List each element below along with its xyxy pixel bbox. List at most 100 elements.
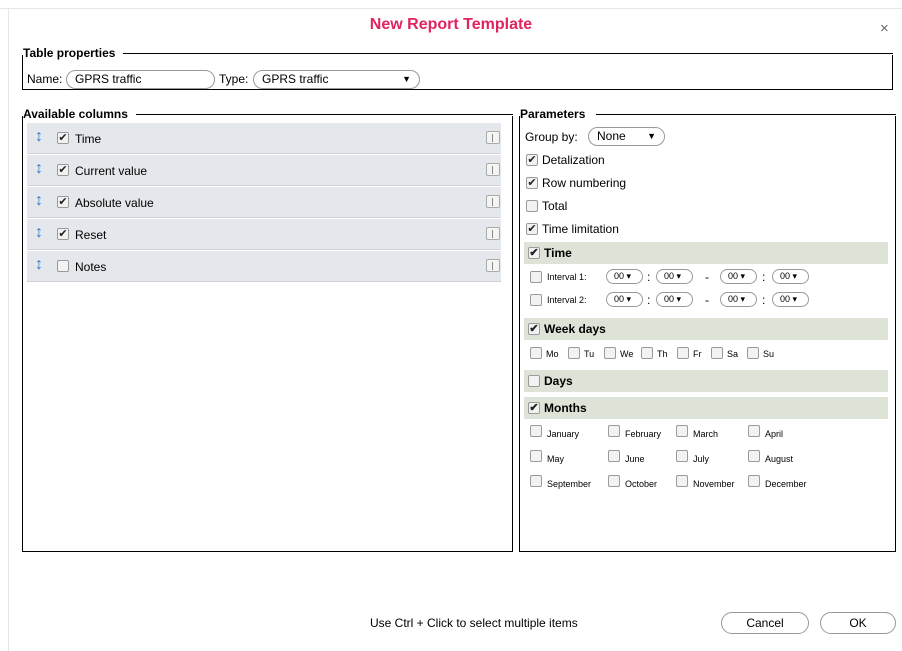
time-limitation-label: Time limitation: [542, 222, 619, 236]
type-select-value: GPRS traffic: [262, 72, 329, 86]
month-checkbox-september[interactable]: [530, 475, 542, 487]
table-properties-legend: Table properties: [23, 46, 119, 60]
time-value: 00: [614, 271, 625, 281]
interval1-start-minute[interactable]: 00 ▾: [656, 269, 693, 284]
month-checkbox-june[interactable]: [608, 450, 620, 462]
group-by-value: None: [597, 129, 626, 143]
total-label: Total: [542, 199, 568, 213]
time-value: 00: [664, 271, 675, 281]
interval2-end-minute[interactable]: 00 ▾: [772, 292, 809, 307]
week-days-section-checkbox[interactable]: ✔: [528, 323, 540, 335]
month-label: January: [547, 429, 580, 439]
column-checkbox-time[interactable]: ✔: [57, 132, 69, 144]
week-days-section-title: Week days: [544, 322, 606, 336]
drag-handle-icon[interactable]: ↕: [35, 224, 43, 242]
cancel-button[interactable]: Cancel: [721, 612, 809, 634]
total-checkbox[interactable]: [526, 200, 538, 212]
type-select[interactable]: GPRS traffic ▼: [253, 70, 420, 89]
drag-handle-icon[interactable]: ↕: [35, 192, 43, 210]
days-section-title: Days: [544, 374, 573, 388]
month-checkbox-december[interactable]: [748, 475, 760, 487]
months-section-title: Months: [544, 401, 587, 415]
interval2-end-hour[interactable]: 00 ▾: [720, 292, 757, 307]
time-section-header: ✔ Time: [524, 242, 888, 264]
months-section-checkbox[interactable]: ✔: [528, 402, 540, 414]
weekday-label: Fr: [693, 349, 702, 359]
column-row-absolute-value[interactable]: ↕ ✔ Absolute value: [27, 187, 501, 218]
row-numbering-label: Row numbering: [542, 176, 627, 190]
legend-line: [136, 114, 513, 115]
month-checkbox-february[interactable]: [608, 425, 620, 437]
weekday-checkbox-mo[interactable]: [530, 347, 542, 359]
month-label: June: [625, 454, 645, 464]
colon: :: [762, 270, 766, 284]
month-checkbox-november[interactable]: [676, 475, 688, 487]
table-properties-fieldset: Table properties Name: GPRS traffic Type…: [22, 46, 893, 90]
month-label: December: [765, 479, 807, 489]
time-value: 00: [664, 294, 675, 304]
column-checkbox-reset[interactable]: ✔: [57, 228, 69, 240]
interval2-label: Interval 2:: [547, 295, 587, 305]
time-value: 00: [728, 294, 739, 304]
available-columns-fieldset: Available columns ↕ ✔ Time ↕ ✔ Current v…: [22, 107, 513, 552]
interval1-checkbox[interactable]: [530, 271, 542, 283]
weekday-checkbox-fr[interactable]: [677, 347, 689, 359]
ok-button[interactable]: OK: [820, 612, 896, 634]
time-limitation-checkbox[interactable]: ✔: [526, 223, 538, 235]
interval2-start-hour[interactable]: 00 ▾: [606, 292, 643, 307]
drag-handle-icon[interactable]: ↕: [35, 160, 43, 178]
column-checkbox-notes[interactable]: [57, 260, 69, 272]
month-label: March: [693, 429, 719, 439]
interval1-end-hour[interactable]: 00 ▾: [720, 269, 757, 284]
months-section-header: ✔ Months: [524, 397, 888, 419]
month-checkbox-april[interactable]: [748, 425, 760, 437]
info-icon[interactable]: [486, 227, 500, 240]
info-icon[interactable]: [486, 131, 500, 144]
close-icon[interactable]: ×: [880, 20, 889, 37]
parameters-fieldset: Parameters Group by: None ▼ ✔ Detalizatio…: [519, 107, 896, 552]
group-by-select[interactable]: None ▼: [588, 127, 665, 146]
detalization-checkbox[interactable]: ✔: [526, 154, 538, 166]
interval1-start-hour[interactable]: 00 ▾: [606, 269, 643, 284]
month-checkbox-july[interactable]: [676, 450, 688, 462]
weekday-label: Su: [763, 349, 775, 359]
column-row-notes[interactable]: ↕ Notes: [27, 251, 501, 282]
info-icon[interactable]: [486, 195, 500, 208]
column-row-current-value[interactable]: ↕ ✔ Current value: [27, 155, 501, 186]
multi-select-hint: Use Ctrl + Click to select multiple item…: [370, 616, 578, 630]
month-checkbox-august[interactable]: [748, 450, 760, 462]
time-value: 00: [614, 294, 625, 304]
month-checkbox-october[interactable]: [608, 475, 620, 487]
name-label: Name:: [27, 72, 63, 86]
column-row-reset[interactable]: ↕ ✔ Reset: [27, 219, 501, 250]
weekday-label: Sa: [727, 349, 739, 359]
month-checkbox-january[interactable]: [530, 425, 542, 437]
days-section-checkbox[interactable]: [528, 375, 540, 387]
drag-handle-icon[interactable]: ↕: [35, 128, 43, 146]
time-section-checkbox[interactable]: ✔: [528, 247, 540, 259]
column-checkbox-current-value[interactable]: ✔: [57, 164, 69, 176]
weekday-checkbox-sa[interactable]: [711, 347, 723, 359]
row-numbering-checkbox[interactable]: ✔: [526, 177, 538, 189]
name-input[interactable]: GPRS traffic: [66, 70, 215, 89]
week-days-section-header: ✔ Week days: [524, 318, 888, 340]
info-icon[interactable]: [486, 259, 500, 272]
interval2-checkbox[interactable]: [530, 294, 542, 306]
weekday-checkbox-tu[interactable]: [568, 347, 580, 359]
column-row-time[interactable]: ↕ ✔ Time: [27, 123, 501, 154]
weekday-checkbox-we[interactable]: [604, 347, 616, 359]
drag-handle-icon[interactable]: ↕: [35, 256, 43, 274]
column-checkbox-absolute-value[interactable]: ✔: [57, 196, 69, 208]
month-checkbox-march[interactable]: [676, 425, 688, 437]
info-icon[interactable]: [486, 163, 500, 176]
month-label: July: [693, 454, 710, 464]
month-label: February: [625, 429, 662, 439]
interval2-start-minute[interactable]: 00 ▾: [656, 292, 693, 307]
colon: :: [762, 293, 766, 307]
chevron-down-icon: ▼: [647, 131, 656, 141]
month-checkbox-may[interactable]: [530, 450, 542, 462]
time-section-title: Time: [544, 246, 572, 260]
interval1-end-minute[interactable]: 00 ▾: [772, 269, 809, 284]
weekday-checkbox-su[interactable]: [747, 347, 759, 359]
weekday-checkbox-th[interactable]: [641, 347, 653, 359]
